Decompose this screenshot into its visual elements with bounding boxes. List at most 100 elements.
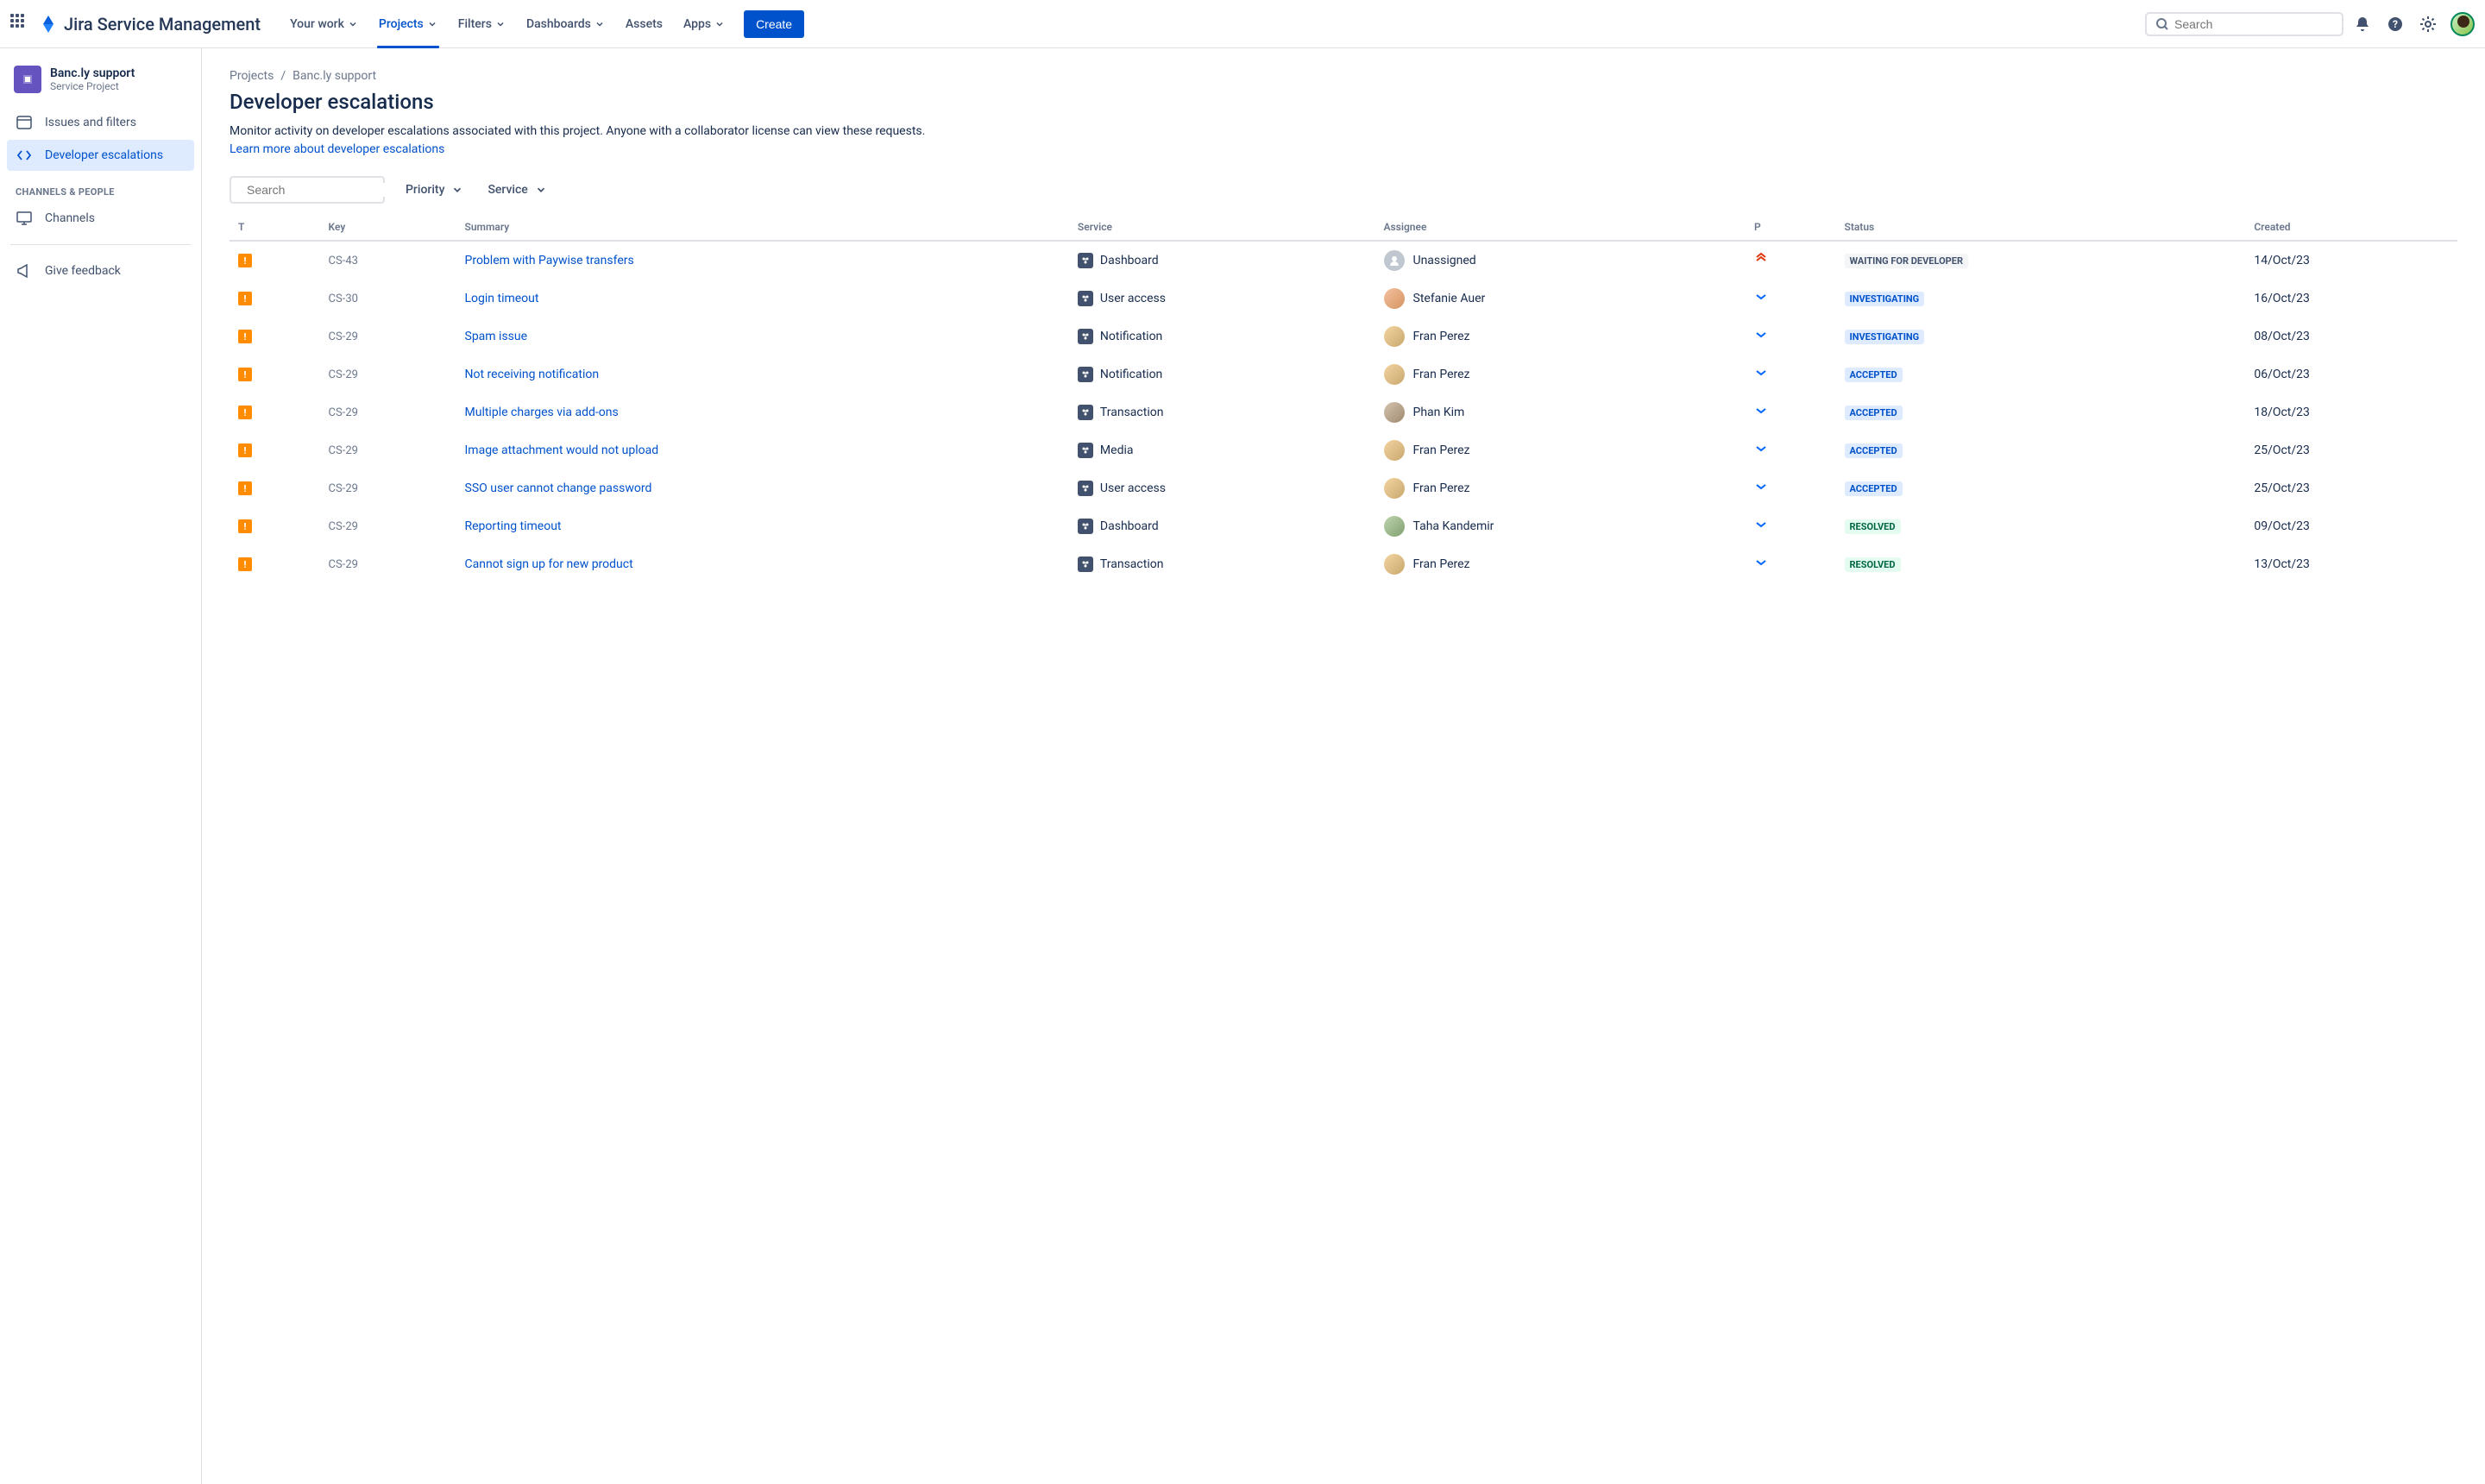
assignee-avatar[interactable] <box>1384 478 1405 499</box>
created-date: 09/Oct/23 <box>2245 507 2457 545</box>
priority-icon <box>1754 442 1768 456</box>
product-logo[interactable]: Jira Service Management <box>38 14 261 35</box>
status-badge[interactable]: ACCEPTED <box>1845 406 1903 420</box>
issue-summary-link[interactable]: SSO user cannot change password <box>465 481 652 495</box>
assignee-name: Fran Perez <box>1413 443 1470 457</box>
issue-summary-link[interactable]: Spam issue <box>465 330 528 343</box>
table-row[interactable]: !CS-29Spam issueNotificationFran PerezIN… <box>230 318 2457 355</box>
nav-projects[interactable]: Projects <box>370 0 446 48</box>
assignee-avatar[interactable] <box>1384 250 1405 271</box>
issue-summary-link[interactable]: Login timeout <box>465 292 539 305</box>
chevron-down-icon <box>348 19 358 29</box>
jira-icon <box>38 14 59 35</box>
assignee-avatar[interactable] <box>1384 326 1405 347</box>
col-summary[interactable]: Summary <box>456 214 1069 241</box>
nav-apps[interactable]: Apps <box>675 0 733 48</box>
learn-more-link[interactable]: Learn more about developer escalations <box>230 142 444 156</box>
assignee-name: Unassigned <box>1413 254 1476 267</box>
issue-summary-link[interactable]: Cannot sign up for new product <box>465 557 633 571</box>
service-icon <box>1078 367 1093 382</box>
app-switcher-icon[interactable] <box>10 14 31 35</box>
col-priority[interactable]: P <box>1746 214 1836 241</box>
assignee-avatar[interactable] <box>1384 402 1405 423</box>
service-icon <box>1078 253 1093 268</box>
table-row[interactable]: !CS-29Not receiving notificationNotifica… <box>230 355 2457 393</box>
status-badge[interactable]: INVESTIGATING <box>1845 292 1925 306</box>
issue-key[interactable]: CS-29 <box>320 431 456 469</box>
assignee-avatar[interactable] <box>1384 364 1405 385</box>
table-row[interactable]: !CS-30Login timeoutUser accessStefanie A… <box>230 280 2457 318</box>
filters-bar: Priority Service <box>230 176 2457 204</box>
settings-icon[interactable] <box>2418 14 2438 35</box>
service-name: Transaction <box>1100 557 1164 571</box>
sidebar-channels[interactable]: Channels <box>7 203 194 234</box>
filter-service[interactable]: Service <box>484 178 550 202</box>
status-badge[interactable]: WAITING FOR DEVELOPER <box>1845 254 1969 268</box>
issue-key[interactable]: CS-29 <box>320 318 456 355</box>
sidebar-item-label: Channels <box>45 211 95 225</box>
col-assignee[interactable]: Assignee <box>1375 214 1746 241</box>
megaphone-icon <box>16 262 33 280</box>
assignee-avatar[interactable] <box>1384 288 1405 309</box>
user-avatar[interactable] <box>2450 12 2475 36</box>
filter-priority[interactable]: Priority <box>402 178 467 202</box>
priority-icon <box>1754 328 1768 342</box>
status-badge[interactable]: ACCEPTED <box>1845 481 1903 496</box>
nav-dashboards[interactable]: Dashboards <box>518 0 613 48</box>
issue-key[interactable]: CS-29 <box>320 545 456 583</box>
breadcrumb-current[interactable]: Banc.ly support <box>293 69 376 83</box>
assignee-avatar[interactable] <box>1384 516 1405 537</box>
help-icon[interactable]: ? <box>2385 14 2406 35</box>
global-search[interactable] <box>2145 12 2343 36</box>
assignee-avatar[interactable] <box>1384 554 1405 575</box>
issue-key[interactable]: CS-29 <box>320 355 456 393</box>
table-row[interactable]: !CS-29SSO user cannot change passwordUse… <box>230 469 2457 507</box>
notifications-icon[interactable] <box>2352 14 2373 35</box>
col-type[interactable]: T <box>230 214 320 241</box>
filter-search-input[interactable] <box>247 183 403 197</box>
issue-summary-link[interactable]: Reporting timeout <box>465 519 562 533</box>
nav-your-work[interactable]: Your work <box>281 0 367 48</box>
table-row[interactable]: !CS-29Reporting timeoutDashboardTaha Kan… <box>230 507 2457 545</box>
status-badge[interactable]: ACCEPTED <box>1845 443 1903 458</box>
project-icon <box>14 66 41 93</box>
issue-summary-link[interactable]: Problem with Paywise transfers <box>465 254 634 267</box>
breadcrumb-projects[interactable]: Projects <box>230 69 274 83</box>
issue-key[interactable]: CS-30 <box>320 280 456 318</box>
issue-summary-link[interactable]: Multiple charges via add-ons <box>465 406 619 419</box>
chevron-down-icon <box>427 19 437 29</box>
issue-type-icon: ! <box>238 292 252 305</box>
table-row[interactable]: !CS-29Cannot sign up for new productTran… <box>230 545 2457 583</box>
nav-assets[interactable]: Assets <box>617 0 671 48</box>
sidebar-issues[interactable]: Issues and filters <box>7 107 194 138</box>
assignee-name: Taha Kandemir <box>1413 519 1494 533</box>
assignee-avatar[interactable] <box>1384 440 1405 461</box>
col-created[interactable]: Created <box>2245 214 2457 241</box>
status-badge[interactable]: ACCEPTED <box>1845 368 1903 382</box>
col-status[interactable]: Status <box>1836 214 2246 241</box>
sidebar-developer-escalations[interactable]: Developer escalations <box>7 140 194 171</box>
issue-summary-link[interactable]: Image attachment would not upload <box>465 443 659 457</box>
sidebar-feedback[interactable]: Give feedback <box>7 255 194 286</box>
issue-type-icon: ! <box>238 519 252 533</box>
issue-key[interactable]: CS-43 <box>320 241 456 280</box>
col-service[interactable]: Service <box>1069 214 1375 241</box>
issue-key[interactable]: CS-29 <box>320 507 456 545</box>
status-badge[interactable]: INVESTIGATING <box>1845 330 1925 344</box>
col-key[interactable]: Key <box>320 214 456 241</box>
table-row[interactable]: !CS-43Problem with Paywise transfersDash… <box>230 241 2457 280</box>
table-row[interactable]: !CS-29Multiple charges via add-onsTransa… <box>230 393 2457 431</box>
status-badge[interactable]: RESOLVED <box>1845 519 1901 534</box>
global-search-input[interactable] <box>2174 17 2333 31</box>
created-date: 25/Oct/23 <box>2245 431 2457 469</box>
create-button[interactable]: Create <box>744 10 804 38</box>
filter-search[interactable] <box>230 176 385 204</box>
issue-type-icon: ! <box>238 443 252 457</box>
nav-filters[interactable]: Filters <box>450 0 514 48</box>
issue-key[interactable]: CS-29 <box>320 469 456 507</box>
status-badge[interactable]: RESOLVED <box>1845 557 1901 572</box>
issue-key[interactable]: CS-29 <box>320 393 456 431</box>
project-header[interactable]: Banc.ly support Service Project <box>7 66 194 107</box>
table-row[interactable]: !CS-29Image attachment would not uploadM… <box>230 431 2457 469</box>
issue-summary-link[interactable]: Not receiving notification <box>465 368 600 381</box>
